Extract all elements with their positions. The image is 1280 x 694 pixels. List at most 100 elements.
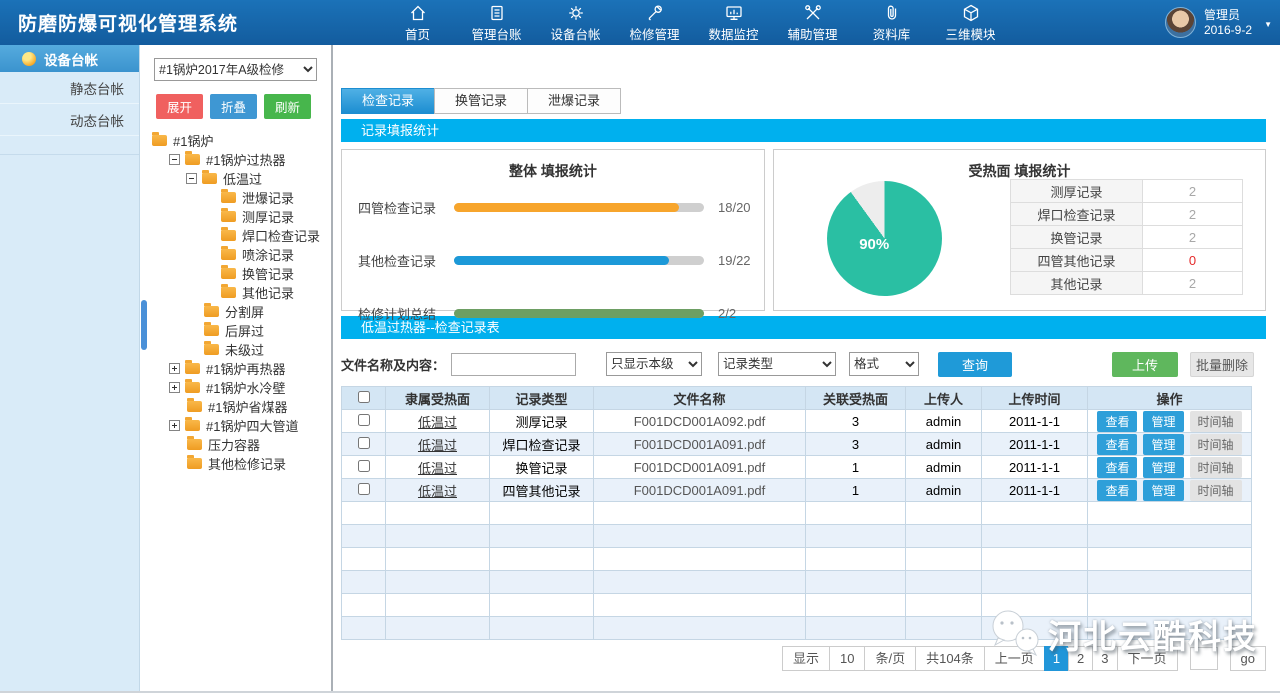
surface-stats-table: 测厚记录2焊口检查记录2换管记录2四管其他记录0其他记录2 (1010, 179, 1243, 295)
tree-node[interactable]: 测厚记录 (140, 207, 331, 226)
folder-icon (185, 154, 200, 165)
nav-item-2[interactable]: 管理台账 (457, 0, 536, 45)
sidebar-item-3[interactable]: 动态台帐 (0, 104, 139, 136)
column-header: 隶属受热面 (386, 387, 490, 410)
user-box[interactable]: 管理员 2016-9-2 (1165, 0, 1252, 45)
empty-cell (982, 571, 1088, 594)
collapse-icon[interactable] (169, 154, 180, 165)
actions-cell: 查看管理时间轴 (1088, 456, 1252, 479)
stats-section-bar: 记录填报统计 (341, 119, 1266, 142)
nav-item-6[interactable]: 辅助管理 (773, 0, 852, 45)
timeline-button[interactable]: 时间轴 (1190, 480, 1242, 501)
surface-stat-value: 2 (1143, 203, 1243, 226)
tree-node[interactable]: 换管记录 (140, 264, 331, 283)
nav-item-4[interactable]: 检修管理 (615, 0, 694, 45)
tree-node[interactable]: #1锅炉省煤器 (140, 397, 331, 416)
select-all-checkbox[interactable] (358, 391, 370, 403)
upload-button[interactable]: 上传 (1112, 352, 1178, 377)
tree-node[interactable]: #1锅炉 (140, 131, 331, 150)
tree-node[interactable]: #1锅炉再热器 (140, 359, 331, 378)
avatar[interactable] (1165, 7, 1196, 38)
sidebar-item-2[interactable]: 静态台帐 (0, 72, 139, 104)
tab-3[interactable]: 泄爆记录 (527, 88, 621, 114)
tree-node[interactable]: 未级过 (140, 340, 331, 359)
surface-stat-label: 换管记录 (1011, 226, 1143, 249)
surface-link[interactable]: 低温过 (418, 484, 457, 499)
tree-node[interactable]: #1锅炉过热器 (140, 150, 331, 169)
view-button[interactable]: 查看 (1097, 457, 1137, 478)
empty-cell (982, 502, 1088, 525)
tree-button-3[interactable]: 刷新 (264, 94, 311, 119)
tree-node[interactable]: 其他记录 (140, 283, 331, 302)
tree-node[interactable]: 泄爆记录 (140, 188, 331, 207)
expand-icon[interactable] (169, 382, 180, 393)
tree-node[interactable]: 压力容器 (140, 435, 331, 454)
actions-cell: 查看管理时间轴 (1088, 410, 1252, 433)
record-type-select[interactable]: 记录类型 (718, 352, 836, 376)
table-row: 低温过四管其他记录F001DCD001A091.pdf1admin2011-1-… (342, 479, 1252, 502)
timeline-button[interactable]: 时间轴 (1190, 457, 1242, 478)
filter-row: 文件名称及内容： 只显示本级 记录类型 格式 查询 上传 批量删除 (341, 350, 1266, 378)
manage-button[interactable]: 管理 (1143, 457, 1183, 478)
tree-node[interactable]: 喷涂记录 (140, 245, 331, 264)
nav-item-label: 首页 (405, 24, 430, 43)
nav-item-3[interactable]: 设备台帐 (536, 0, 615, 45)
batch-delete-button[interactable]: 批量删除 (1190, 352, 1254, 377)
search-button[interactable]: 查询 (938, 352, 1012, 377)
scope-select[interactable]: 只显示本级 (606, 352, 702, 376)
surface-link[interactable]: 低温过 (418, 461, 457, 476)
actions-cell: 查看管理时间轴 (1088, 479, 1252, 502)
table-row (342, 502, 1252, 525)
row-checkbox[interactable] (358, 437, 370, 449)
surface-link[interactable]: 低温过 (418, 438, 457, 453)
format-select[interactable]: 格式 (849, 352, 919, 376)
uploader-cell: admin (906, 433, 982, 456)
nav-item-5[interactable]: 数据监控 (694, 0, 773, 45)
sidebar-item-1[interactable]: 设备台帐 (0, 45, 139, 72)
folder-icon (202, 173, 217, 184)
view-button[interactable]: 查看 (1097, 434, 1137, 455)
sidebar-item-label: 静态台帐 (70, 78, 124, 98)
tree-node[interactable]: 分割屏 (140, 302, 331, 321)
collapse-icon[interactable] (186, 173, 197, 184)
tree-node[interactable]: 其他检修记录 (140, 454, 331, 473)
filename-filter-input[interactable] (451, 353, 576, 376)
nav-item-1[interactable]: 首页 (378, 0, 457, 45)
folder-icon (221, 287, 236, 298)
nav-item-7[interactable]: 资料库 (852, 0, 931, 45)
user-menu-caret-icon[interactable]: ▼ (1264, 20, 1272, 29)
tree-node[interactable]: #1锅炉四大管道 (140, 416, 331, 435)
view-button[interactable]: 查看 (1097, 480, 1137, 501)
tree-node[interactable]: 低温过 (140, 169, 331, 188)
tree-node[interactable]: 焊口检查记录 (140, 226, 331, 245)
tab-2[interactable]: 换管记录 (434, 88, 528, 114)
expand-icon[interactable] (169, 363, 180, 374)
empty-cell (490, 502, 594, 525)
view-button[interactable]: 查看 (1097, 411, 1137, 432)
tab-1[interactable]: 检查记录 (341, 88, 435, 114)
row-checkbox[interactable] (358, 414, 370, 426)
tree-button-1[interactable]: 展开 (156, 94, 203, 119)
manage-button[interactable]: 管理 (1143, 480, 1183, 501)
row-checkbox[interactable] (358, 460, 370, 472)
tree-node[interactable]: 后屏过 (140, 321, 331, 340)
sidebar-item-label: 设备台帐 (44, 49, 98, 69)
repair-plan-select[interactable]: #1锅炉2017年A级检修 (154, 58, 317, 81)
timeline-button[interactable]: 时间轴 (1190, 411, 1242, 432)
manage-button[interactable]: 管理 (1143, 411, 1183, 432)
timeline-button[interactable]: 时间轴 (1190, 434, 1242, 455)
related-cell: 1 (806, 456, 906, 479)
nav-item-8[interactable]: 三维模块 (931, 0, 1010, 45)
manage-button[interactable]: 管理 (1143, 434, 1183, 455)
tree-panel: #1锅炉2017年A级检修 展开折叠刷新 #1锅炉#1锅炉过热器低温过泄爆记录测… (140, 45, 333, 693)
row-checkbox[interactable] (358, 483, 370, 495)
expand-icon[interactable] (169, 420, 180, 431)
page-size-value[interactable]: 10 (829, 646, 865, 671)
tree-node[interactable]: #1锅炉水冷壁 (140, 378, 331, 397)
empty-cell (342, 502, 386, 525)
tree-button-2[interactable]: 折叠 (210, 94, 257, 119)
surface-link[interactable]: 低温过 (418, 415, 457, 430)
records-table: 隶属受热面记录类型文件名称关联受热面上传人上传时间操作 低温过测厚记录F001D… (341, 386, 1252, 640)
tree-scrollbar-thumb[interactable] (141, 300, 147, 350)
column-header: 关联受热面 (806, 387, 906, 410)
